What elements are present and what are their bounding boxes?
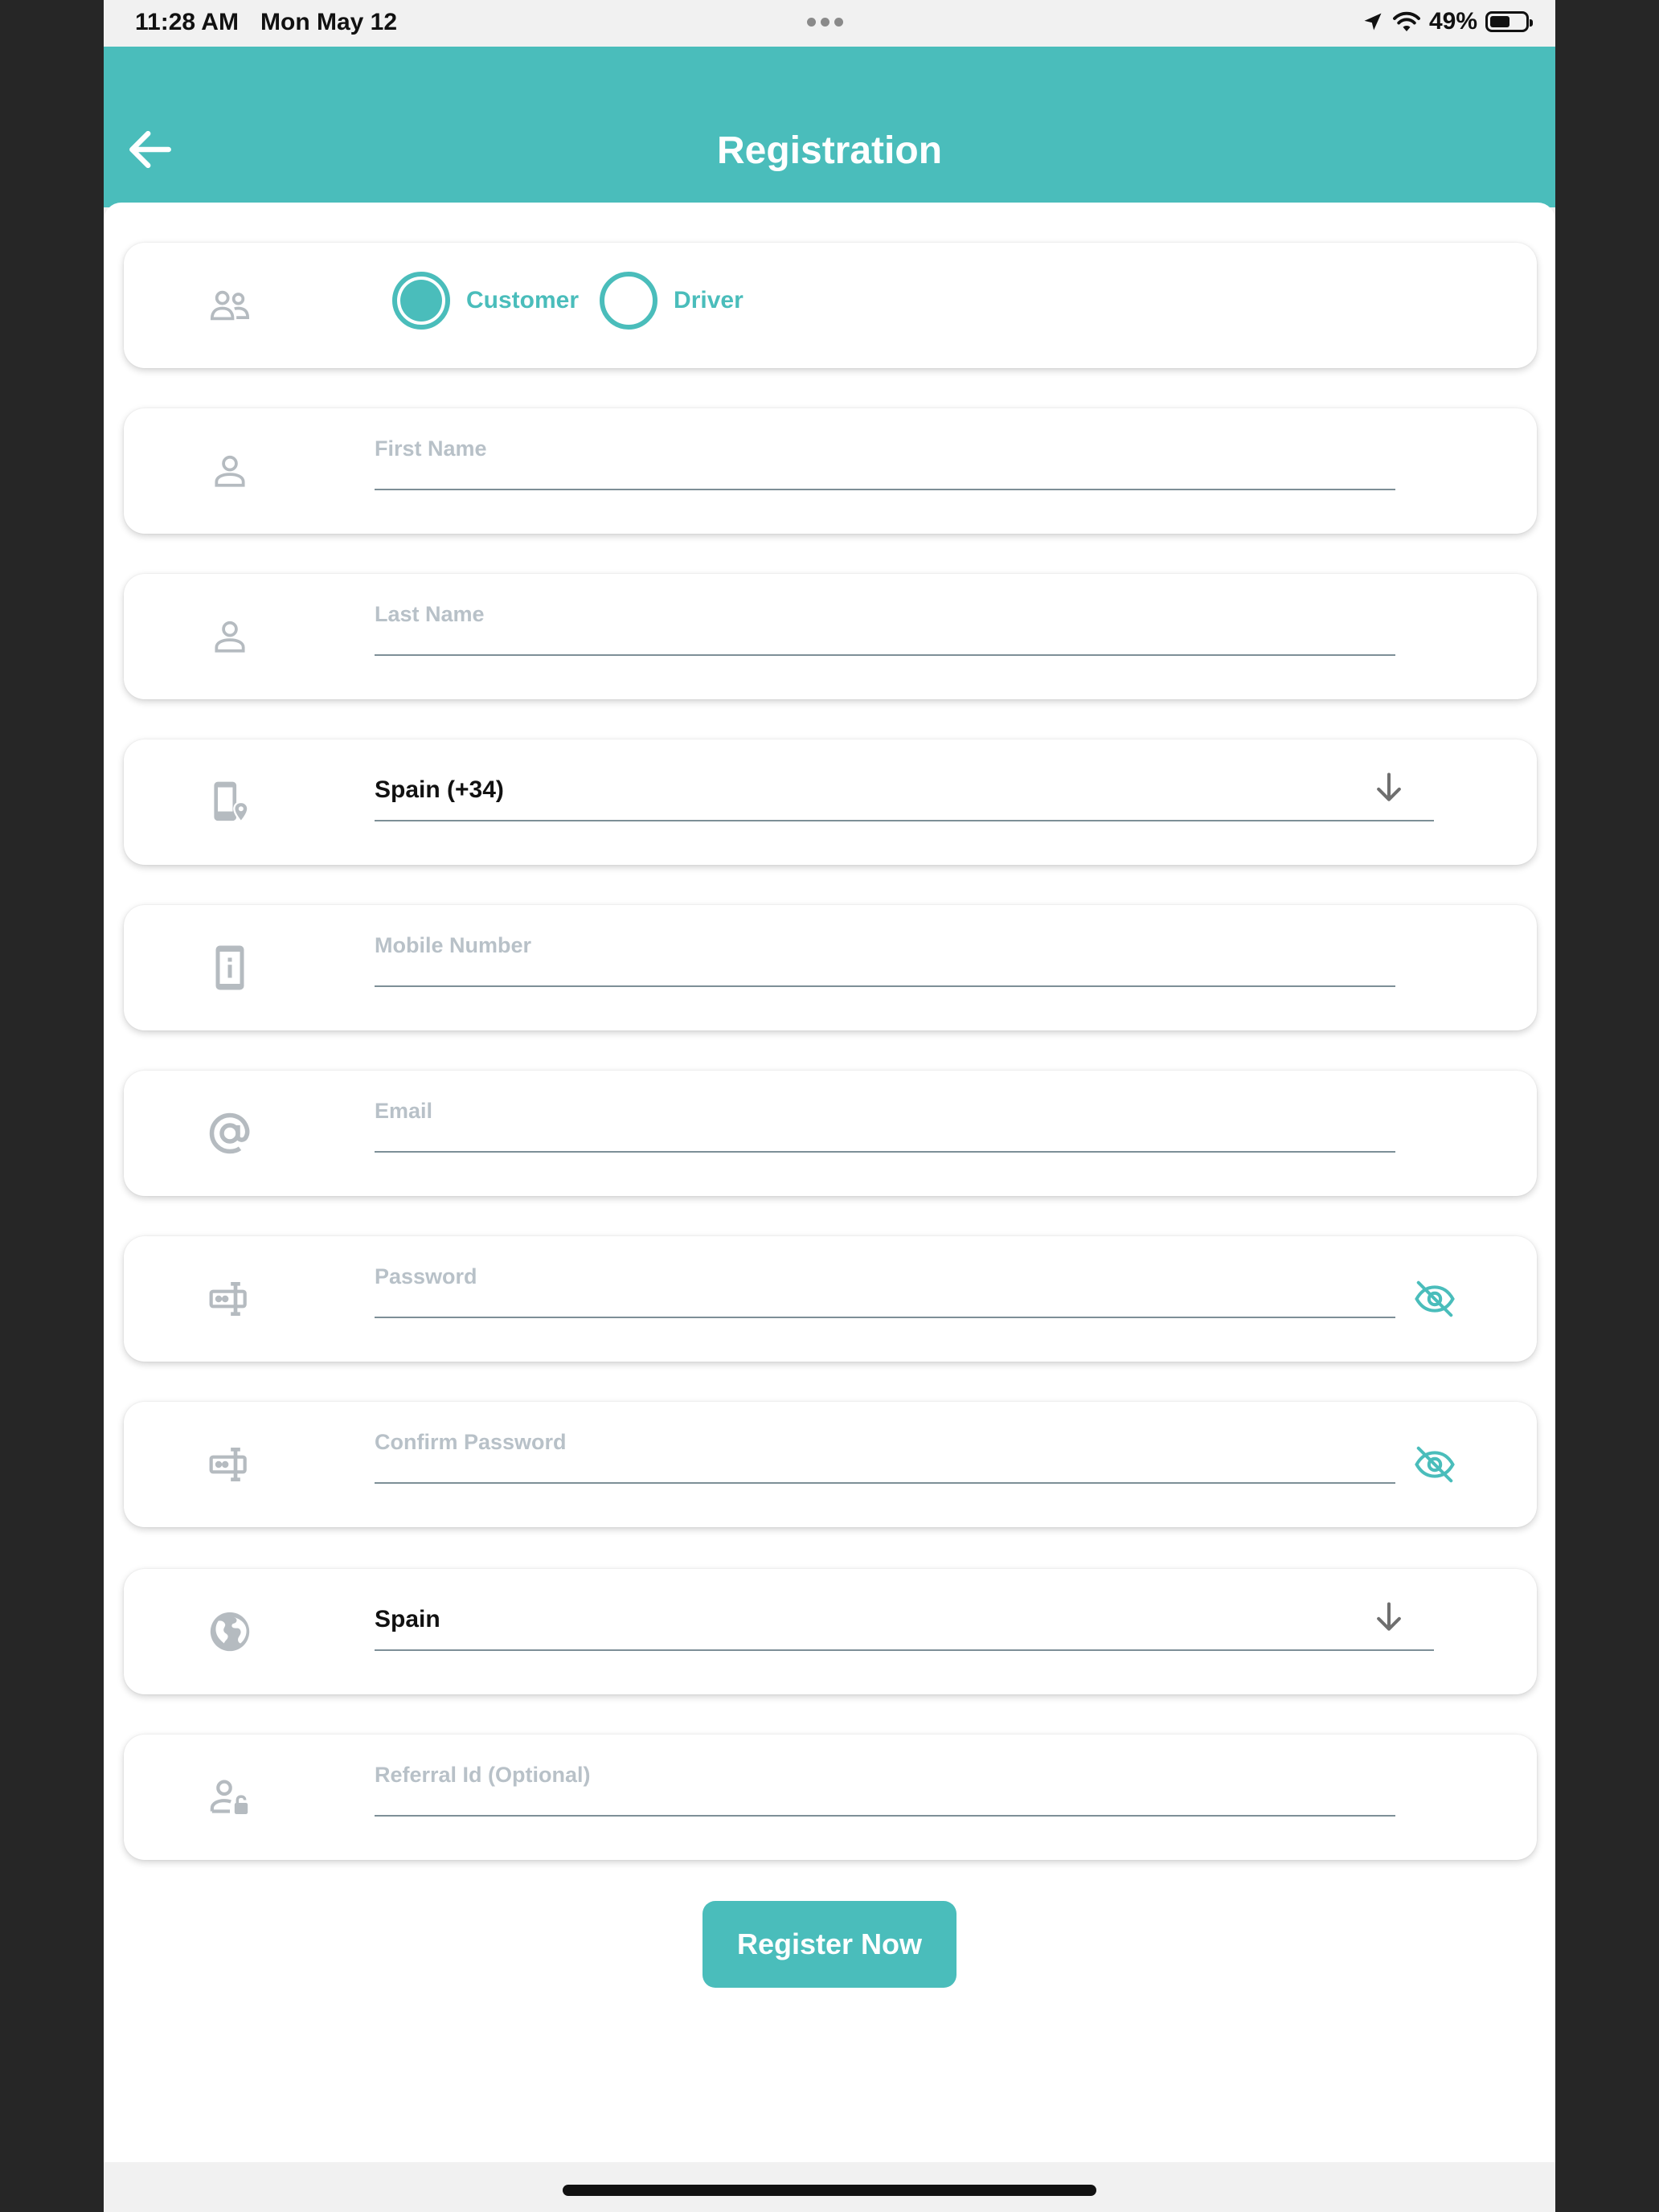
mobile-number-field [375,928,1395,987]
battery-icon [1485,11,1533,32]
country-value[interactable]: Spain [375,1606,440,1633]
password-card [124,1236,1537,1362]
first-name-field [375,431,1395,490]
users-icon [206,281,254,330]
mobile-number-card [124,905,1537,1030]
last-name-field [375,596,1395,656]
globe-icon [206,1608,254,1656]
radio-driver-label[interactable]: Driver [674,287,743,314]
radio-driver-circle[interactable] [600,272,658,330]
country-select[interactable]: Spain [375,1591,1434,1651]
multitasking-dots-icon[interactable] [807,18,843,27]
mobile-number-input[interactable] [375,928,1395,985]
last-name-input[interactable] [375,596,1395,654]
referral-card [124,1735,1537,1860]
password-input[interactable] [375,1259,1395,1317]
location-arrow-icon [1364,13,1382,31]
email-field [375,1093,1395,1153]
arrow-down-icon[interactable] [1371,770,1407,805]
password-icon [206,1275,254,1323]
email-card [124,1071,1537,1196]
status-time: 11:28 AM [135,9,239,35]
password-icon [206,1440,254,1489]
confirm-password-card [124,1402,1537,1527]
radio-customer-label[interactable]: Customer [466,287,579,314]
email-input[interactable] [375,1093,1395,1151]
password-field [375,1259,1395,1318]
phone-location-icon [206,778,254,826]
eye-off-icon [1415,1446,1455,1483]
country-code-select[interactable]: Spain (+34) [375,762,1434,821]
battery-percent: 49% [1428,8,1477,35]
registration-form: Customer Driver First Name Last Name Spa… [104,203,1555,2162]
person-lock-icon [206,1773,254,1821]
device-screen: 11:28 AM Mon May 12 49% Registration Cus… [104,0,1555,2212]
user-type-radio-group: Customer Driver [392,272,764,330]
page-title: Registration [716,129,943,172]
person-icon [206,447,254,495]
referral-field [375,1757,1395,1817]
referral-input[interactable] [375,1757,1395,1815]
first-name-input[interactable] [375,431,1395,489]
wifi-icon [1393,11,1420,31]
arrow-down-icon[interactable] [1371,1600,1407,1635]
radio-driver[interactable]: Driver [600,272,743,330]
at-icon [206,1109,254,1157]
mobile-info-icon [206,944,254,992]
confirm-password-field [375,1424,1395,1484]
home-indicator[interactable] [563,2185,1096,2196]
status-date: Mon May 12 [260,9,398,35]
user-type-card: Customer Driver [124,243,1537,368]
toggle-password-visibility-button[interactable] [1412,1276,1457,1321]
confirm-password-input[interactable] [375,1424,1395,1482]
country-card: Spain [124,1569,1537,1694]
status-bar: 11:28 AM Mon May 12 49% [104,0,1555,47]
radio-selected-dot [400,280,442,322]
app-bar: Registration [104,47,1555,207]
radio-customer-circle[interactable] [392,272,450,330]
status-indicators: 49% [1362,8,1533,35]
toggle-confirm-password-visibility-button[interactable] [1412,1442,1457,1487]
eye-off-icon [1415,1280,1455,1317]
person-icon [206,612,254,661]
radio-customer[interactable]: Customer [392,272,579,330]
country-code-value[interactable]: Spain (+34) [375,776,504,804]
register-now-button[interactable]: Register Now [703,1901,956,1988]
country-code-card: Spain (+34) [124,739,1537,865]
first-name-card [124,408,1537,534]
last-name-card [124,574,1537,699]
